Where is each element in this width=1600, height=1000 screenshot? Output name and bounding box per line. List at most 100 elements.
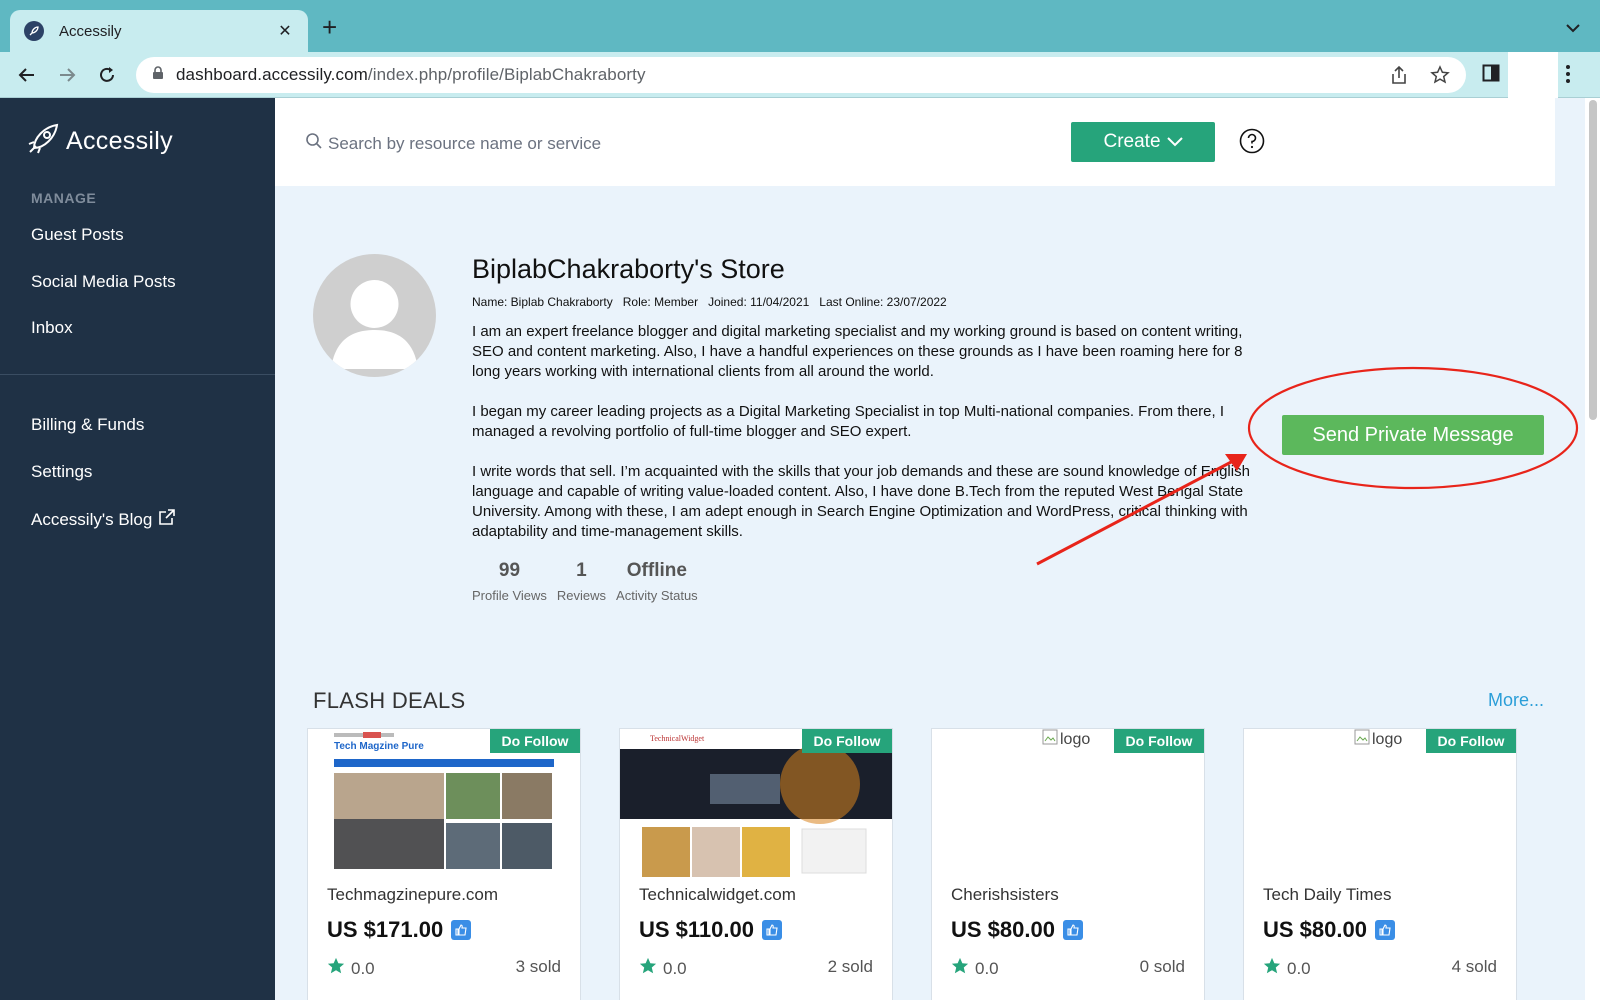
browser-tab[interactable]: Accessily ✕: [10, 10, 308, 52]
stat-reviews: 1 Reviews: [557, 560, 606, 603]
share-icon[interactable]: [1390, 65, 1408, 90]
card-rating: 0.0: [639, 957, 687, 980]
scrollbar-thumb[interactable]: [1589, 100, 1597, 420]
meta-last-online: Last Online: 23/07/2022: [819, 295, 947, 309]
sidebar-divider: [0, 374, 275, 375]
main-content: Search by resource name or service Creat…: [275, 98, 1585, 1000]
section-label-manage: MANAGE: [31, 190, 97, 206]
profile-stats: 99 Profile Views 1 Reviews Offline Activ…: [472, 560, 698, 603]
new-tab-icon[interactable]: +: [322, 14, 337, 40]
image-alt-text: logo: [1060, 730, 1091, 748]
thumbs-up-icon: [1062, 920, 1083, 940]
url-text: dashboard.accessily.com/index.php/profil…: [176, 65, 646, 85]
url-host: dashboard.accessily.com: [176, 65, 368, 84]
flash-deals-title: FLASH DEALS: [313, 688, 466, 713]
create-button[interactable]: Create: [1071, 122, 1215, 162]
thumb-title: TechnicalWidget: [650, 734, 705, 743]
card-price: US $80.00: [1263, 917, 1395, 943]
lock-icon: [152, 65, 164, 85]
sidebar-item-label: Accessily's Blog: [31, 509, 153, 529]
page-scrollbar[interactable]: [1585, 98, 1600, 1000]
meta-joined: Joined: 11/04/2021: [708, 295, 810, 309]
side-panel-icon[interactable]: [1482, 64, 1500, 87]
avatar: [313, 254, 436, 377]
bookmark-star-icon[interactable]: [1430, 65, 1450, 90]
chevron-down-icon[interactable]: [1566, 20, 1580, 38]
rating-value: 0.0: [663, 958, 687, 978]
url-path: /index.php/profile/BiplabChakraborty: [367, 65, 646, 84]
store-title: BiplabChakraborty's Store: [472, 254, 785, 284]
address-bar[interactable]: dashboard.accessily.com/index.php/profil…: [136, 57, 1466, 93]
close-icon[interactable]: ✕: [276, 21, 294, 41]
broken-image: logo: [1042, 729, 1090, 750]
tab-title: Accessily: [59, 22, 122, 40]
stat-value: 1: [576, 560, 587, 581]
browser-toolbar: dashboard.accessily.com/index.php/profil…: [0, 52, 1600, 98]
card-rating: 0.0: [327, 957, 375, 980]
card-sold: 2 sold: [827, 957, 873, 976]
profile-bio: I am an expert freelance blogger and dig…: [472, 322, 1272, 562]
external-link-icon: [158, 508, 176, 531]
deal-card[interactable]: logo Do Follow Cherishsisters US $80.00 …: [931, 728, 1205, 1000]
meta-name: Name: Biplab Chakraborty: [472, 295, 613, 309]
do-follow-badge: Do Follow: [802, 729, 892, 753]
deal-card[interactable]: Tech Magzine Pure Do Follow Techmagzinep…: [307, 728, 581, 1000]
sidebar-item-label: Guest Posts: [31, 225, 124, 244]
reload-icon[interactable]: [95, 63, 119, 87]
help-icon[interactable]: [1239, 128, 1265, 159]
card-price: US $80.00: [951, 917, 1083, 943]
do-follow-badge: Do Follow: [1426, 729, 1516, 753]
sidebar: Accessily MANAGE Guest Posts Social Medi…: [0, 98, 275, 1000]
card-rating: 0.0: [951, 957, 999, 980]
rocket-icon: [26, 122, 60, 161]
card-site: Techmagzinepure.com: [327, 885, 499, 904]
card-price: US $110.00: [639, 917, 782, 943]
price-value: US $171.00: [327, 917, 444, 942]
back-icon[interactable]: [15, 63, 39, 87]
star-icon: [951, 957, 969, 980]
deal-card[interactable]: TechnicalWidget Do Follow Technicalwidge…: [619, 728, 893, 1000]
card-site: Technicalwidget.com: [639, 885, 796, 904]
star-icon: [1263, 957, 1281, 980]
search-input[interactable]: Search by resource name or service: [305, 132, 601, 155]
card-site: Cherishsisters: [951, 885, 1059, 904]
sidebar-item-guest-posts[interactable]: Guest Posts: [31, 225, 124, 245]
stat-activity-status: Offline Activity Status: [616, 560, 698, 603]
price-value: US $80.00: [951, 917, 1055, 942]
forward-icon[interactable]: [55, 63, 79, 87]
rating-value: 0.0: [975, 958, 999, 978]
card-sold: 3 sold: [515, 957, 561, 976]
sidebar-item-blog[interactable]: Accessily's Blog: [31, 508, 176, 531]
profile-meta: Name: Biplab Chakraborty Role: Member Jo…: [472, 295, 947, 309]
sidebar-item-settings[interactable]: Settings: [31, 462, 92, 482]
send-private-message-button[interactable]: Send Private Message: [1282, 415, 1544, 455]
card-price: US $171.00: [327, 917, 472, 943]
stat-value: 99: [498, 560, 521, 581]
search-icon: [305, 132, 323, 155]
rating-value: 0.0: [351, 958, 375, 978]
meta-role: Role: Member: [622, 295, 699, 309]
create-label: Create: [1103, 131, 1161, 152]
brand-logo[interactable]: Accessily: [26, 122, 173, 161]
sidebar-item-label: Inbox: [31, 318, 73, 337]
sidebar-item-inbox[interactable]: Inbox: [31, 318, 73, 338]
profile-area[interactable]: [1508, 52, 1558, 98]
bio-paragraph: I am an expert freelance blogger and dig…: [472, 323, 1243, 380]
rocket-favicon-icon: [24, 21, 44, 41]
sidebar-item-social-media-posts[interactable]: Social Media Posts: [31, 272, 176, 292]
thumb-title: Tech Magzine Pure: [334, 741, 424, 752]
thumbs-up-icon: [451, 920, 472, 940]
sidebar-item-billing[interactable]: Billing & Funds: [31, 415, 144, 435]
browser-tabbar: Accessily ✕ +: [0, 0, 1600, 52]
deal-card[interactable]: logo Do Follow Tech Daily Times US $80.0…: [1243, 728, 1517, 1000]
sidebar-item-label: Billing & Funds: [31, 415, 145, 434]
sidebar-item-label: Social Media Posts: [31, 272, 176, 291]
more-link[interactable]: More...: [1488, 690, 1544, 711]
more-menu-icon[interactable]: [1565, 64, 1571, 89]
search-placeholder: Search by resource name or service: [328, 133, 602, 153]
stat-label: Profile Views: [472, 588, 547, 603]
price-value: US $80.00: [1263, 917, 1367, 942]
bio-paragraph: I began my career leading projects as a …: [472, 403, 1225, 440]
do-follow-badge: Do Follow: [1114, 729, 1204, 753]
brand-name: Accessily: [66, 127, 173, 155]
